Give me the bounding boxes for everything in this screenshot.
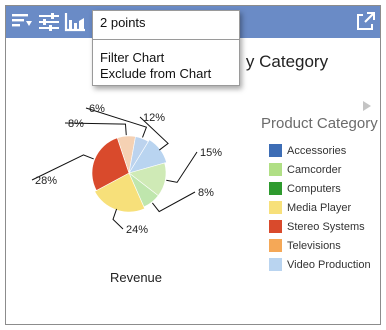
app-window: y Category Product Category Accessories C… [0,0,386,330]
slice-label: 12% [143,112,165,124]
context-menu-divider [93,39,239,40]
slice-label: 28% [35,175,57,187]
measure-label: Revenue [109,270,163,285]
slice-label: 6% [89,103,105,115]
slice-label: 15% [200,147,222,159]
slice-leader-line [112,208,124,230]
exclude-from-chart-menu-item[interactable]: Exclude from Chart [100,66,211,81]
slice-label: 8% [68,118,84,130]
context-menu: 2 points Filter Chart Exclude from Chart [92,10,240,86]
slice-label: 24% [126,224,148,236]
slice-label: 8% [198,187,214,199]
slice-leader-line [166,151,198,183]
filter-chart-menu-item[interactable]: Filter Chart [100,50,164,65]
context-menu-header: 2 points [100,15,146,30]
